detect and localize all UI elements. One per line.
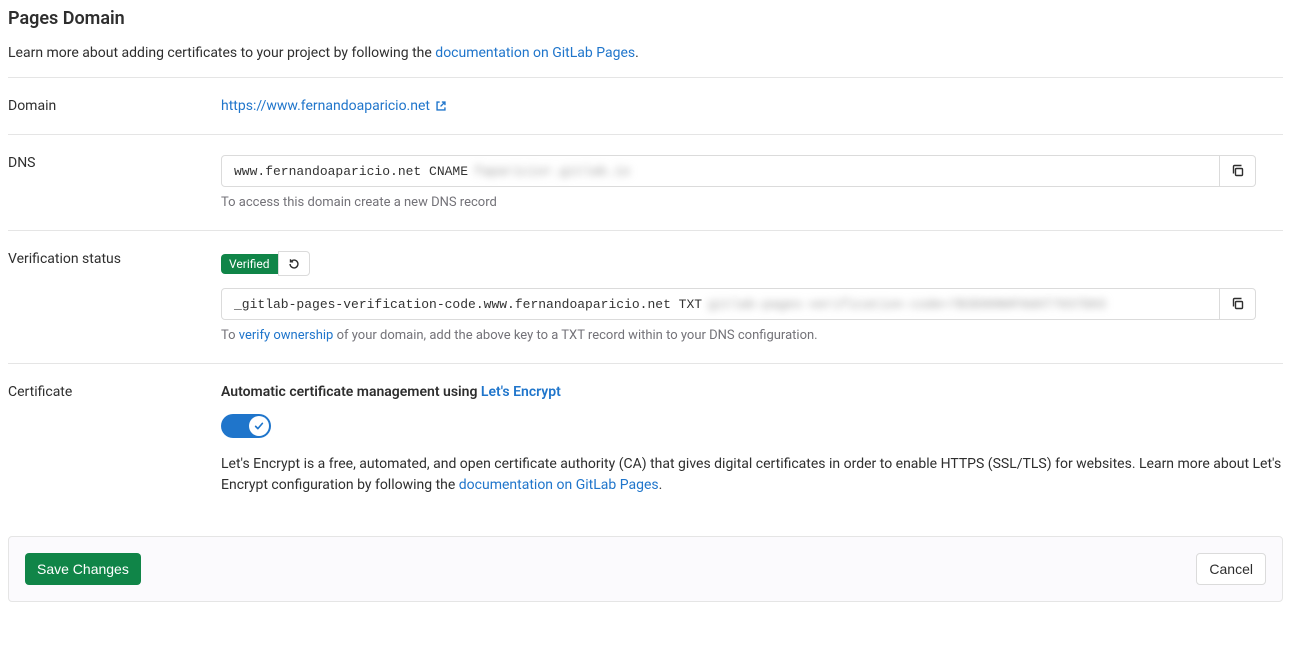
copy-verification-button[interactable] [1220, 288, 1256, 320]
dns-help-text: To access this domain create a new DNS r… [221, 195, 1283, 210]
verify-ownership-link[interactable]: verify ownership [239, 328, 334, 343]
domain-label: Domain [8, 98, 221, 114]
intro-text: Learn more about adding certificates to … [8, 45, 435, 61]
certificate-heading-prefix: Automatic certificate management using [221, 384, 481, 400]
certificate-heading: Automatic certificate management using L… [221, 384, 1283, 400]
cancel-button[interactable]: Cancel [1196, 553, 1266, 585]
verification-txt-field[interactable]: _gitlab-pages-verification-code.www.fern… [221, 288, 1220, 320]
check-icon [253, 420, 265, 432]
dns-label: DNS [8, 155, 221, 210]
domain-url-link[interactable]: https://www.fernandoaparicio.net [221, 98, 448, 114]
verification-input-group: _gitlab-pages-verification-code.www.fern… [221, 288, 1256, 320]
documentation-link-cert[interactable]: documentation on GitLab Pages [459, 477, 659, 493]
verified-badge: Verified [221, 254, 278, 274]
verification-row: Verification status Verified _gitlab-pag… [8, 231, 1283, 363]
certificate-desc-suffix: . [659, 477, 663, 493]
auto-certificate-toggle[interactable] [221, 414, 271, 438]
copy-icon [1230, 296, 1246, 312]
save-button[interactable]: Save Changes [25, 553, 141, 585]
retry-verification-button[interactable] [278, 251, 310, 276]
certificate-desc-prefix: Let's Encrypt is a free, automated, and … [221, 456, 1281, 493]
dns-record-hidden: faparicior.gitlab.io [474, 164, 630, 179]
domain-row: Domain https://www.fernandoaparicio.net [8, 78, 1283, 134]
toggle-knob [249, 416, 269, 436]
retry-icon [287, 257, 301, 271]
copy-dns-button[interactable] [1220, 155, 1256, 187]
dns-record-field[interactable]: www.fernandoaparicio.net CNAME faparicio… [221, 155, 1220, 187]
verification-help-suffix: of your domain, add the above key to a T… [333, 328, 817, 343]
lets-encrypt-link[interactable]: Let's Encrypt [481, 384, 561, 400]
page-title: Pages Domain [8, 8, 1283, 29]
dns-input-group: www.fernandoaparicio.net CNAME faparicio… [221, 155, 1256, 187]
verification-txt-hidden: gitlab-pages-verification-code=7B3D90NHF… [708, 297, 1106, 312]
certificate-label: Certificate [8, 384, 221, 496]
copy-icon [1230, 163, 1246, 179]
dns-record-visible: www.fernandoaparicio.net CNAME [234, 164, 468, 179]
intro-suffix: . [635, 45, 639, 61]
dns-row: DNS www.fernandoaparicio.net CNAME fapar… [8, 135, 1283, 230]
verification-help-text: To verify ownership of your domain, add … [221, 328, 1283, 343]
domain-url-text: https://www.fernandoaparicio.net [221, 98, 430, 114]
documentation-link[interactable]: documentation on GitLab Pages [435, 45, 635, 61]
verification-help-prefix: To [221, 328, 239, 343]
page-intro: Learn more about adding certificates to … [8, 45, 1283, 61]
external-link-icon [434, 99, 448, 113]
verification-txt-visible: _gitlab-pages-verification-code.www.fern… [234, 297, 702, 312]
verification-badge-row: Verified [221, 251, 1283, 276]
verification-label: Verification status [8, 251, 221, 343]
certificate-description: Let's Encrypt is a free, automated, and … [221, 454, 1283, 496]
certificate-row: Certificate Automatic certificate manage… [8, 364, 1283, 516]
footer-actions: Save Changes Cancel [8, 536, 1283, 602]
